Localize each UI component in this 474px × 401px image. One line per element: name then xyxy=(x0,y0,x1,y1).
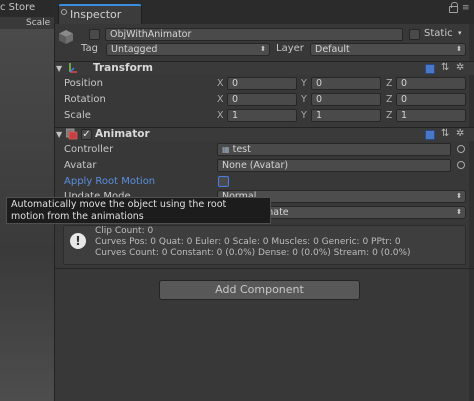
position-z-label[interactable]: Z xyxy=(386,78,393,89)
scale-row-label: Scale xyxy=(64,110,91,121)
scale-z-field[interactable]: 1 xyxy=(396,109,466,122)
tooltip-line-1: Automatically move the object using the … xyxy=(11,199,227,210)
rotation-z-label[interactable]: Z xyxy=(386,94,393,105)
scale-y-field[interactable]: 1 xyxy=(311,109,381,122)
chevron-down-icon: ⬍ xyxy=(456,208,462,216)
lock-icon[interactable] xyxy=(449,2,458,13)
object-picker-icon[interactable] xyxy=(457,161,465,169)
object-name-field[interactable]: ObjWithAnimator xyxy=(105,28,403,41)
chevron-down-icon: ⬍ xyxy=(260,45,266,53)
apply-root-motion-label: Apply Root Motion xyxy=(64,176,156,187)
position-z-field[interactable]: 0 xyxy=(396,77,466,90)
clip-count-text: Clip Count: 0 xyxy=(95,226,154,236)
position-y-label[interactable]: Y xyxy=(301,78,307,89)
position-label: Position xyxy=(64,78,103,89)
layer-label: Layer xyxy=(276,43,304,54)
animator-icon xyxy=(66,128,78,140)
preset-icon[interactable]: ⇅ xyxy=(441,62,449,73)
rotation-x-label[interactable]: X xyxy=(217,94,224,105)
add-component-button[interactable]: Add Component xyxy=(159,280,360,300)
scrollbar[interactable] xyxy=(469,24,474,401)
tag-dropdown[interactable]: Untagged ⬍ xyxy=(106,43,270,56)
section-divider xyxy=(55,268,474,269)
static-checkbox[interactable] xyxy=(409,29,420,40)
inspector-tab-icon xyxy=(61,9,67,15)
rotation-y-label[interactable]: Y xyxy=(301,94,307,105)
scale-x-field[interactable]: 1 xyxy=(227,109,297,122)
foldout-arrow-icon[interactable]: ▼ xyxy=(56,130,62,139)
foldout-arrow-icon[interactable]: ▼ xyxy=(56,64,62,73)
layer-value: Default xyxy=(315,44,350,55)
avatar-label: Avatar xyxy=(64,160,97,171)
scale-y-label[interactable]: Y xyxy=(301,110,307,121)
gear-icon[interactable]: ✲ xyxy=(456,62,464,73)
rotation-x-field[interactable]: 0 xyxy=(227,93,297,106)
static-label: Static xyxy=(424,28,453,39)
menu-icon[interactable]: ≡ xyxy=(462,4,470,13)
position-x-label[interactable]: X xyxy=(217,78,224,89)
help-book-icon[interactable] xyxy=(425,130,435,140)
transform-title: Transform xyxy=(93,62,153,74)
asset-store-tab[interactable]: c Store xyxy=(0,2,35,13)
tab-inspector-label: Inspector xyxy=(70,8,122,21)
controller-label: Controller xyxy=(64,144,114,155)
layer-dropdown[interactable]: Default ⬍ xyxy=(310,43,466,56)
tag-value: Untagged xyxy=(111,44,158,55)
chevron-down-icon: ⬍ xyxy=(456,192,462,200)
controller-field[interactable]: ▦ test xyxy=(217,143,451,156)
scale-z-label[interactable]: Z xyxy=(386,110,393,121)
chevron-down-icon: ⬍ xyxy=(456,45,462,53)
controller-asset-icon: ▦ xyxy=(222,145,230,154)
animator-title: Animator xyxy=(95,128,150,140)
gameobject-cube-icon xyxy=(59,30,73,44)
rotation-y-field[interactable]: 0 xyxy=(311,93,381,106)
tag-label: Tag xyxy=(81,43,98,54)
apply-root-motion-checkbox[interactable] xyxy=(218,176,229,187)
transform-axes-icon xyxy=(69,63,77,73)
scale-x-label[interactable]: X xyxy=(217,110,224,121)
position-x-field[interactable]: 0 xyxy=(227,77,297,90)
controller-value: test xyxy=(232,144,251,155)
tooltip: Automatically move the object using the … xyxy=(6,197,271,224)
animator-enabled-checkbox[interactable]: ✓ xyxy=(81,129,92,140)
rotation-label: Rotation xyxy=(64,94,106,105)
curves-pos-text: Curves Pos: 0 Quat: 0 Euler: 0 Scale: 0 … xyxy=(95,237,401,247)
avatar-field[interactable]: None (Avatar) xyxy=(217,159,451,172)
object-picker-icon[interactable] xyxy=(457,145,465,153)
active-checkbox[interactable] xyxy=(89,29,100,40)
curves-count-text: Curves Count: 0 Constant: 0 (0.0%) Dense… xyxy=(95,248,411,258)
gear-icon[interactable]: ✲ xyxy=(456,128,464,139)
preset-icon[interactable]: ⇅ xyxy=(441,128,449,139)
tooltip-line-2: motion from the animations xyxy=(11,211,144,222)
info-exclamation-icon: ! xyxy=(70,233,86,249)
scale-label: Scale xyxy=(26,18,51,28)
rotation-z-field[interactable]: 0 xyxy=(396,93,466,106)
static-dropdown-icon[interactable]: ▾ xyxy=(458,29,471,37)
position-y-field[interactable]: 0 xyxy=(311,77,381,90)
help-book-icon[interactable] xyxy=(425,64,435,74)
